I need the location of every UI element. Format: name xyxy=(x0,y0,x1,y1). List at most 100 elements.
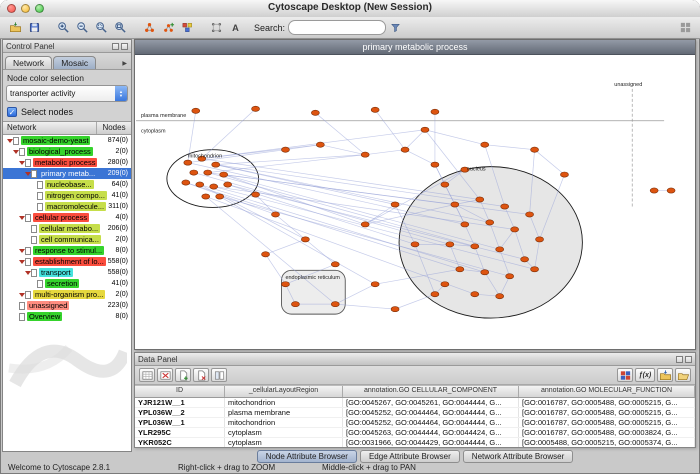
new-attribute-icon[interactable] xyxy=(175,368,191,382)
annotation-icon[interactable]: A xyxy=(226,19,244,37)
table-row[interactable]: YPL036W__1mitochondrion[GO:0045252, GO:0… xyxy=(135,418,695,428)
attribute-batch-icon[interactable] xyxy=(211,368,227,382)
zoom-fit-icon[interactable] xyxy=(111,19,129,37)
graph-node[interactable] xyxy=(182,180,190,185)
import-attributes-icon[interactable] xyxy=(657,368,673,382)
graph-node[interactable] xyxy=(204,170,212,175)
expand-arrow-icon[interactable] xyxy=(18,249,25,253)
first-neighbors-icon[interactable] xyxy=(140,19,158,37)
graph-node[interactable] xyxy=(401,147,409,152)
open-attributes-icon[interactable] xyxy=(675,368,691,382)
network-canvas[interactable]: plasma membranecytoplasmmitochondrionnuc… xyxy=(136,55,694,348)
graph-node[interactable] xyxy=(224,182,232,187)
column-header[interactable]: ID xyxy=(135,386,225,397)
close-panel-icon[interactable] xyxy=(685,356,692,363)
unselect-attributes-icon[interactable] xyxy=(157,368,173,382)
expand-arrow-icon[interactable] xyxy=(24,271,31,275)
close-panel-icon[interactable] xyxy=(121,43,128,50)
graph-node[interactable] xyxy=(496,247,504,252)
graph-node[interactable] xyxy=(252,192,260,197)
select-nodes-checkbox[interactable]: ✓ xyxy=(7,107,17,117)
graph-node[interactable] xyxy=(667,188,675,193)
graph-node[interactable] xyxy=(431,292,439,297)
grid-icon[interactable] xyxy=(676,19,694,37)
graph-node[interactable] xyxy=(431,109,439,114)
tree-row[interactable]: secretion41(0) xyxy=(3,278,131,289)
matrix-icon[interactable] xyxy=(617,368,633,382)
graph-node[interactable] xyxy=(184,160,192,165)
graph-node[interactable] xyxy=(192,108,200,113)
graph-node[interactable] xyxy=(311,110,319,115)
tree-row[interactable]: primary metab...209(0) xyxy=(3,168,131,179)
graph-node[interactable] xyxy=(301,237,309,242)
graph-node[interactable] xyxy=(650,188,658,193)
zoom-in-icon[interactable] xyxy=(54,19,72,37)
graph-node[interactable] xyxy=(431,162,439,167)
graph-node[interactable] xyxy=(471,292,479,297)
graph-node[interactable] xyxy=(281,282,289,287)
graph-node[interactable] xyxy=(521,257,529,262)
graph-node[interactable] xyxy=(196,182,204,187)
graph-node[interactable] xyxy=(371,107,379,112)
tree-row[interactable]: multi-organism pro...2(0) xyxy=(3,289,131,300)
vizmapper-icon[interactable] xyxy=(178,19,196,37)
graph-node[interactable] xyxy=(456,267,464,272)
float-panel-icon[interactable] xyxy=(676,356,683,363)
graph-node[interactable] xyxy=(291,302,299,307)
tree-row[interactable]: cell communica...2(0) xyxy=(3,234,131,245)
graph-node[interactable] xyxy=(391,202,399,207)
graph-node[interactable] xyxy=(481,270,489,275)
tree-row[interactable]: response to stimul...8(0) xyxy=(3,245,131,256)
graph-node[interactable] xyxy=(511,227,519,232)
zoom-button[interactable] xyxy=(35,4,44,13)
graph-node[interactable] xyxy=(220,172,228,177)
node-color-dropdown[interactable]: transporter activity ▲▼ xyxy=(6,85,128,102)
import-network-icon[interactable] xyxy=(6,19,24,37)
minimize-button[interactable] xyxy=(21,4,30,13)
tree-row[interactable]: cellular process4(0) xyxy=(3,212,131,223)
graph-node[interactable] xyxy=(560,172,568,177)
graph-node[interactable] xyxy=(476,197,484,202)
layout-icon[interactable] xyxy=(207,19,225,37)
expand-arrow-icon[interactable] xyxy=(12,150,19,154)
expand-arrow-icon[interactable] xyxy=(18,260,25,264)
select-attributes-icon[interactable] xyxy=(139,368,155,382)
graph-node[interactable] xyxy=(281,147,289,152)
graph-node[interactable] xyxy=(210,184,218,189)
graph-node[interactable] xyxy=(202,194,210,199)
table-row[interactable]: YKR052Ccytoplasm[GO:0031966, GO:0044429,… xyxy=(135,438,695,447)
tree-row[interactable]: establishment of lo...558(0) xyxy=(3,256,131,267)
expand-arrow-icon[interactable] xyxy=(18,216,25,220)
close-button[interactable] xyxy=(7,4,16,13)
graph-node[interactable] xyxy=(190,170,198,175)
graph-node[interactable] xyxy=(496,294,504,299)
search-input[interactable] xyxy=(288,20,386,35)
search-options-button[interactable] xyxy=(386,19,404,37)
tab-overflow-arrow[interactable]: ▶ xyxy=(120,58,129,69)
graph-node[interactable] xyxy=(536,237,544,242)
tree-row[interactable]: macromolecule...311(0) xyxy=(3,201,131,212)
graph-node[interactable] xyxy=(446,242,454,247)
tree-row[interactable]: nitrogen compo...41(0) xyxy=(3,190,131,201)
graph-node[interactable] xyxy=(331,262,339,267)
tree-row[interactable]: nucleobase...64(0) xyxy=(3,179,131,190)
tree-row[interactable]: metabolic process280(0) xyxy=(3,157,131,168)
graph-node[interactable] xyxy=(441,182,449,187)
graph-node[interactable] xyxy=(531,147,539,152)
graph-node[interactable] xyxy=(371,282,379,287)
graph-node[interactable] xyxy=(486,220,494,225)
graph-node[interactable] xyxy=(441,282,449,287)
graph-node[interactable] xyxy=(316,142,324,147)
graph-node[interactable] xyxy=(471,244,479,249)
graph-node[interactable] xyxy=(361,152,369,157)
table-row[interactable]: YJR121W__1mitochondrion[GO:0045267, GO:0… xyxy=(135,398,695,408)
graph-node[interactable] xyxy=(212,162,220,167)
expand-arrow-icon[interactable] xyxy=(6,139,13,143)
graph-node[interactable] xyxy=(361,222,369,227)
expand-arrow-icon[interactable] xyxy=(24,172,31,176)
graph-node[interactable] xyxy=(252,106,260,111)
tree-row[interactable]: mosaic-demo-yeast874(0) xyxy=(3,135,131,146)
graph-node[interactable] xyxy=(501,204,509,209)
tree-row[interactable]: transport558(0) xyxy=(3,267,131,278)
column-header[interactable]: annotation.GO CELLULAR_COMPONENT xyxy=(343,386,519,397)
